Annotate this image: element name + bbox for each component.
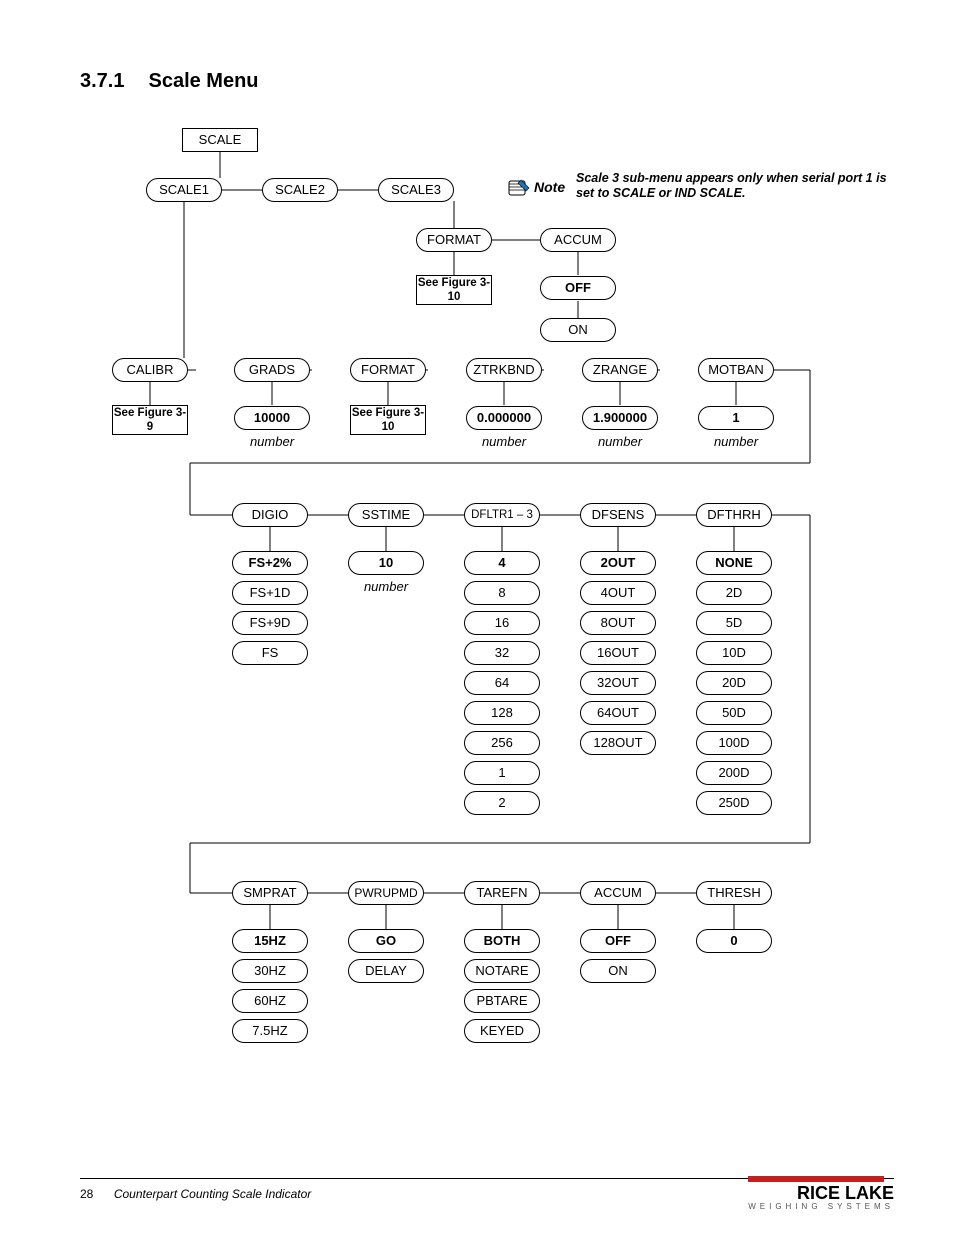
opt-accum-1: ON	[580, 959, 656, 983]
opt-dfltr-4: 64	[464, 671, 540, 695]
node-smprat: SMPRAT	[232, 881, 308, 905]
node-off-sc3: OFF	[540, 276, 616, 300]
opt-dfltr-8: 2	[464, 791, 540, 815]
node-sstime: SSTIME	[348, 503, 424, 527]
val-motban: 1	[698, 406, 774, 430]
opt-digio-3: FS	[232, 641, 308, 665]
opt-dfltr-1: 8	[464, 581, 540, 605]
node-dfltr: DFLTR1 – 3	[464, 503, 540, 527]
node-on-sc3: ON	[540, 318, 616, 342]
node-seefig310-sc3: See Figure 3-10	[416, 275, 492, 305]
opt-digio-0: FS+2%	[232, 551, 308, 575]
opt-dfthrh-3: 10D	[696, 641, 772, 665]
node-tarefn: TAREFN	[464, 881, 540, 905]
node-zrange: ZRANGE	[582, 358, 658, 382]
node-scale2: SCALE2	[262, 178, 338, 202]
val-ztrkbnd: 0.000000	[466, 406, 542, 430]
section-number: 3.7.1	[80, 70, 124, 93]
footer-title: Counterpart Counting Scale Indicator	[114, 1187, 311, 1201]
node-scale: SCALE	[182, 128, 258, 152]
opt-dfthrh-4: 20D	[696, 671, 772, 695]
opt-smprat-3: 7.5HZ	[232, 1019, 308, 1043]
node-motban: MOTBAN	[698, 358, 774, 382]
node-grads: GRADS	[234, 358, 310, 382]
opt-dfltr-3: 32	[464, 641, 540, 665]
node-scale1: SCALE1	[146, 178, 222, 202]
opt-accum-0: OFF	[580, 929, 656, 953]
opt-digio-1: FS+1D	[232, 581, 308, 605]
node-format-sc3: FORMAT	[416, 228, 492, 252]
opt-smprat-0: 15HZ	[232, 929, 308, 953]
opt-dfltr-5: 128	[464, 701, 540, 725]
node-format: FORMAT	[350, 358, 426, 382]
opt-dfsens-2: 8OUT	[580, 611, 656, 635]
lbl-zrange-number: number	[582, 433, 658, 451]
node-calibr: CALIBR	[112, 358, 188, 382]
opt-dfthrh-0: NONE	[696, 551, 772, 575]
lbl-motban-number: number	[698, 433, 774, 451]
opt-dfthrh-8: 250D	[696, 791, 772, 815]
opt-dfltr-0: 4	[464, 551, 540, 575]
opt-dfsens-6: 128OUT	[580, 731, 656, 755]
node-dfthrh: DFTHRH	[696, 503, 772, 527]
opt-dfthrh-7: 200D	[696, 761, 772, 785]
node-accum-sc3: ACCUM	[540, 228, 616, 252]
lbl-sstime-number: number	[348, 578, 424, 596]
val-calibr: See Figure 3-9	[112, 405, 188, 435]
node-pwrupmd: PWRUPMD	[348, 881, 424, 905]
val-format: See Figure 3-10	[350, 405, 426, 435]
node-dfsens: DFSENS	[580, 503, 656, 527]
opt-pwrupmd-1: DELAY	[348, 959, 424, 983]
opt-smprat-2: 60HZ	[232, 989, 308, 1013]
menu-diagram: SCALE SCALE1 SCALE2 SCALE3 Note Scale 3 …	[90, 123, 890, 1073]
opt-dfltr-7: 1	[464, 761, 540, 785]
note-icon	[508, 178, 530, 196]
section-heading: 3.7.1 Scale Menu	[80, 70, 894, 93]
opt-dfsens-3: 16OUT	[580, 641, 656, 665]
page-number: 28	[80, 1187, 93, 1201]
brand-subtitle: WEIGHING SYSTEMS	[748, 1202, 894, 1211]
val-zrange: 1.900000	[582, 406, 658, 430]
opt-tarefn-2: PBTARE	[464, 989, 540, 1013]
lbl-ztrkbnd-number: number	[466, 433, 542, 451]
node-ztrkbnd: ZTRKBND	[466, 358, 542, 382]
brand-name: RICE LAKE	[748, 1184, 894, 1202]
opt-dfltr-6: 256	[464, 731, 540, 755]
opt-tarefn-1: NOTARE	[464, 959, 540, 983]
node-digio: DIGIO	[232, 503, 308, 527]
brand-logo: RICE LAKE WEIGHING SYSTEMS	[748, 1176, 894, 1211]
val-sstime: 10	[348, 551, 424, 575]
opt-dfltr-2: 16	[464, 611, 540, 635]
opt-dfthrh-5: 50D	[696, 701, 772, 725]
opt-dfthrh-2: 5D	[696, 611, 772, 635]
opt-dfsens-4: 32OUT	[580, 671, 656, 695]
node-scale3: SCALE3	[378, 178, 454, 202]
opt-tarefn-3: KEYED	[464, 1019, 540, 1043]
lbl-grads-number: number	[234, 433, 310, 451]
node-accum: ACCUM	[580, 881, 656, 905]
note-label: Note	[534, 179, 565, 195]
node-thresh: THRESH	[696, 881, 772, 905]
opt-tarefn-0: BOTH	[464, 929, 540, 953]
opt-dfsens-0: 2OUT	[580, 551, 656, 575]
opt-digio-2: FS+9D	[232, 611, 308, 635]
note-text: Scale 3 sub-menu appears only when seria…	[576, 171, 896, 201]
opt-dfsens-1: 4OUT	[580, 581, 656, 605]
opt-dfsens-5: 64OUT	[580, 701, 656, 725]
section-title: Scale Menu	[148, 70, 258, 92]
val-thresh: 0	[696, 929, 772, 953]
opt-dfthrh-6: 100D	[696, 731, 772, 755]
opt-pwrupmd-0: GO	[348, 929, 424, 953]
val-grads: 10000	[234, 406, 310, 430]
opt-smprat-1: 30HZ	[232, 959, 308, 983]
opt-dfthrh-1: 2D	[696, 581, 772, 605]
